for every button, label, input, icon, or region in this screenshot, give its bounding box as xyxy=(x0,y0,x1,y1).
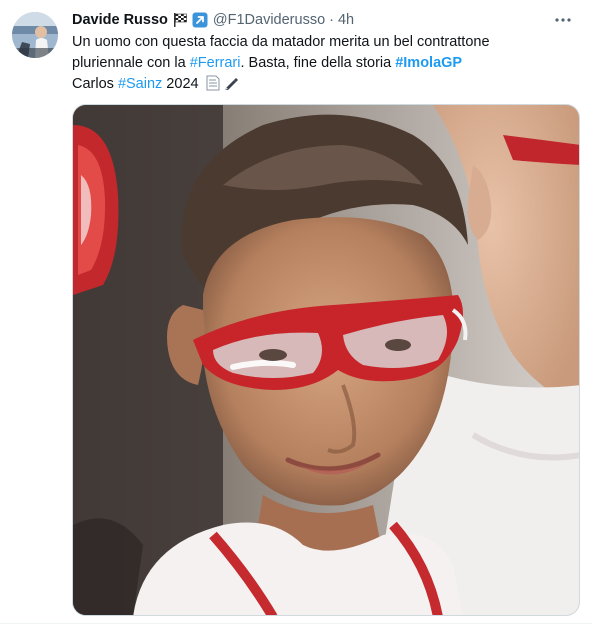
more-icon xyxy=(554,17,572,23)
tweet-photo[interactable] xyxy=(72,104,580,616)
separator-dot: · xyxy=(329,12,334,28)
chequered-flag-icon xyxy=(172,12,188,28)
tweet-text-line2-middle: . Basta, fine della storia xyxy=(240,55,396,71)
document-icon xyxy=(205,75,221,91)
arrow-up-right-icon xyxy=(192,12,208,28)
tweet-text-line3-suffix: 2024 xyxy=(162,76,199,92)
tweet-card[interactable]: Davide Russo @F1Daviderusso · 4h Un uomo… xyxy=(0,0,592,624)
tweet-text-line1: Un uomo con questa faccia da matador mer… xyxy=(72,34,490,50)
tweet-content: Davide Russo @F1Daviderusso · 4h Un uomo… xyxy=(72,10,580,95)
tweet-text: Un uomo con questa faccia da matador mer… xyxy=(72,32,512,95)
timestamp[interactable]: 4h xyxy=(338,12,354,28)
display-name[interactable]: Davide Russo xyxy=(72,12,168,28)
hashtag-imolagp[interactable]: #ImolaGP xyxy=(395,55,462,71)
tweet-text-line2-prefix: pluriennale con la xyxy=(72,55,190,71)
avatar[interactable] xyxy=(12,12,58,58)
pen-icon xyxy=(223,75,239,91)
hashtag-sainz[interactable]: #Sainz xyxy=(118,76,162,92)
user-handle[interactable]: @F1Daviderusso xyxy=(213,12,325,28)
hashtag-ferrari[interactable]: #Ferrari xyxy=(190,55,241,71)
tweet-text-line3-prefix: Carlos xyxy=(72,76,118,92)
tweet-header: Davide Russo @F1Daviderusso · 4h xyxy=(72,10,580,30)
more-options-button[interactable] xyxy=(548,10,578,30)
